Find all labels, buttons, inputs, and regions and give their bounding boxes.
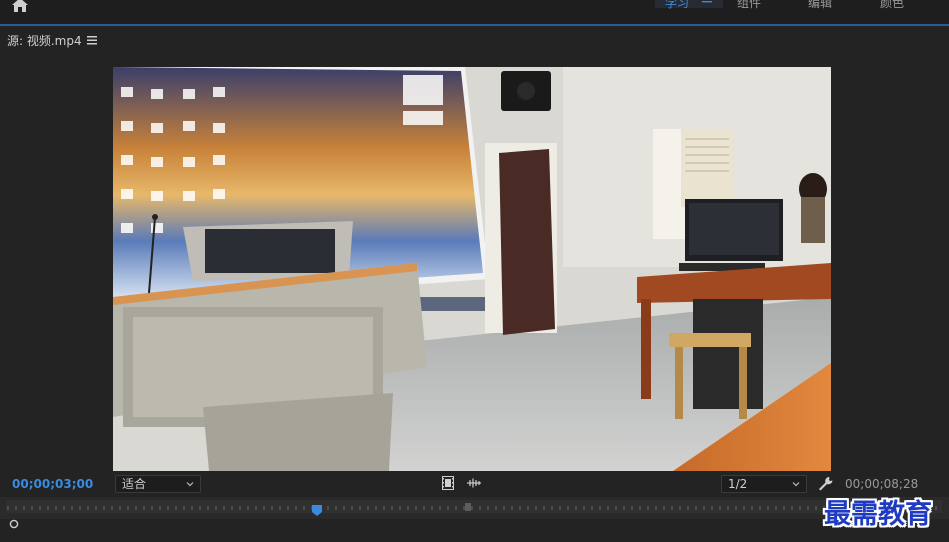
film-icon[interactable] <box>442 476 454 490</box>
zoom-fit-value: 适合 <box>122 477 147 491</box>
chevron-down-icon <box>792 482 800 487</box>
playhead-icon[interactable] <box>312 505 322 516</box>
workspace-tab-color[interactable]: 颜色 <box>880 0 904 11</box>
workspace-tab-editing[interactable]: 编辑 <box>808 0 832 11</box>
playback-resolution-value: 1/2 <box>728 477 748 491</box>
workspace-tab-assembly[interactable]: 组件 <box>737 0 761 11</box>
chevron-down-icon <box>186 482 194 487</box>
current-timecode[interactable]: 00;00;03;00 <box>12 477 93 491</box>
playback-resolution-dropdown[interactable]: 1/2 <box>721 475 807 493</box>
ruler-ticks <box>7 503 937 511</box>
hamburger-icon[interactable] <box>87 36 97 45</box>
home-icon[interactable] <box>10 0 30 12</box>
video-frame-image <box>113 67 831 471</box>
zoom-fit-dropdown[interactable]: 适合 <box>115 475 201 493</box>
video-frame[interactable] <box>113 67 831 471</box>
watermark-text: 最需教育 <box>824 499 932 530</box>
duration-timecode: 00;00;08;28 <box>845 477 919 491</box>
source-panel-title[interactable]: 源: 视频.mp4 <box>7 32 82 49</box>
in-point-icon[interactable] <box>9 519 19 529</box>
bottom-strip <box>0 530 949 542</box>
workspace-tab-learn[interactable]: 学习 <box>665 0 689 11</box>
menu-icon[interactable] <box>702 0 712 5</box>
waveform-icon[interactable] <box>466 478 482 488</box>
source-panel-header: 源: 视频.mp4 <box>0 27 949 54</box>
source-timeline-ruler[interactable] <box>0 497 949 519</box>
wrench-icon[interactable] <box>818 476 834 491</box>
workspace-bar: 学习 组件 编辑 颜色 <box>0 0 949 26</box>
premiere-source-monitor: 学习 组件 编辑 颜色 源: 视频.mp4 00;00;03;00 适合 1/2… <box>0 0 949 542</box>
